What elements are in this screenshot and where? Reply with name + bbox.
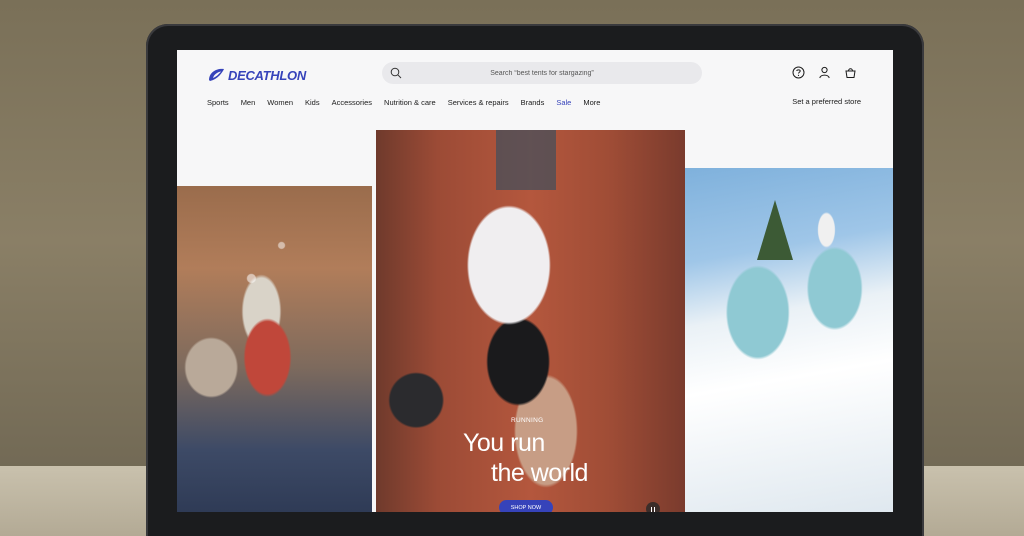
nav-more[interactable]: More <box>583 98 600 107</box>
site-header: DECATHLON Search “best tents for stargaz… <box>177 50 893 130</box>
help-icon[interactable] <box>792 66 805 79</box>
main-nav: Sports Men Women Kids Accessories Nutrit… <box>207 98 600 107</box>
hero-image-kids[interactable] <box>177 186 372 512</box>
nav-sale[interactable]: Sale <box>556 98 571 107</box>
building-windows <box>496 130 556 190</box>
hero-image-snow[interactable] <box>685 168 893 512</box>
search-icon <box>390 67 402 79</box>
search-bar[interactable] <box>382 62 702 84</box>
browser-screen: DECATHLON Search “best tents for stargaz… <box>177 50 893 512</box>
hero-headline-line2: the world <box>491 459 588 487</box>
search-input[interactable] <box>382 62 702 84</box>
nav-services-repairs[interactable]: Services & repairs <box>448 98 509 107</box>
pause-icon-bar <box>653 506 656 512</box>
nav-women[interactable]: Women <box>267 98 293 107</box>
nav-nutrition-care[interactable]: Nutrition & care <box>384 98 436 107</box>
laptop-bezel: DECATHLON Search “best tents for stargaz… <box>146 24 924 536</box>
shop-now-button[interactable]: SHOP NOW <box>499 500 553 512</box>
nav-accessories[interactable]: Accessories <box>332 98 372 107</box>
pause-icon <box>650 506 653 512</box>
account-icon[interactable] <box>818 66 831 79</box>
decathlon-logo[interactable]: DECATHLON <box>207 67 306 83</box>
hero-headline: You run the world <box>463 428 588 488</box>
carousel-pause-button[interactable] <box>646 502 660 512</box>
pine-tree <box>757 200 793 260</box>
logo-icon <box>209 68 224 81</box>
header-icons <box>792 66 857 79</box>
hero-eyebrow: RUNNING <box>511 417 544 424</box>
nav-brands[interactable]: Brands <box>521 98 545 107</box>
nav-men[interactable]: Men <box>241 98 256 107</box>
logo-text: DECATHLON <box>228 67 306 83</box>
nav-sports[interactable]: Sports <box>207 98 229 107</box>
nav-kids[interactable]: Kids <box>305 98 320 107</box>
cart-icon[interactable] <box>844 66 857 79</box>
hero-headline-line1: You run <box>463 429 545 457</box>
preferred-store-link[interactable]: Set a preferred store <box>792 97 861 106</box>
